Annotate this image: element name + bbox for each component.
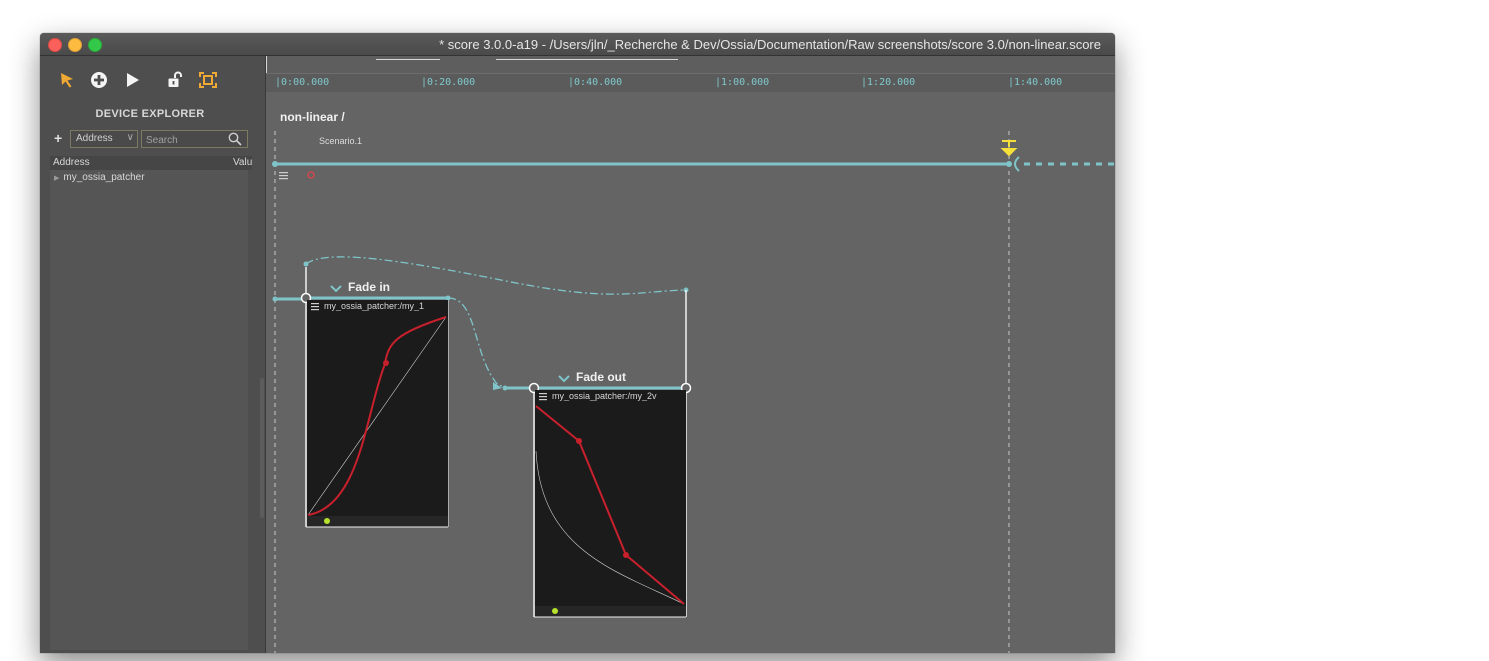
close-window-button[interactable]: [48, 38, 62, 52]
fade-in-process-label: my_ossia_patcher:/my_1: [324, 301, 425, 311]
app-window: * score 3.0.0-a19 - /Users/jln/_Recherch…: [40, 33, 1115, 653]
main-end-node[interactable]: [1006, 161, 1012, 167]
ruler-tick: |1:20.000: [861, 77, 916, 88]
time-ruler[interactable]: |0:00.000 |0:20.000 |0:40.000 |1:00.000 …: [266, 73, 1115, 92]
column-header-address[interactable]: Address: [53, 157, 90, 168]
scenario-label: Scenario.1: [319, 136, 363, 146]
title-bar[interactable]: * score 3.0.0-a19 - /Users/jln/_Recherch…: [40, 33, 1115, 56]
play-icon: [127, 73, 139, 87]
scenario-menu-icon[interactable]: [279, 172, 288, 180]
fade-out-process-label: my_ossia_patcher:/my_2v: [552, 391, 657, 401]
fade-out-port[interactable]: [552, 608, 558, 614]
breadcrumb[interactable]: non-linear /: [280, 110, 345, 124]
fade-out-menu-icon[interactable]: [539, 393, 547, 401]
device-tree: ▶ my_ossia_patcher: [50, 170, 248, 650]
ruler-tick: |1:00.000: [715, 77, 770, 88]
scenario-canvas[interactable]: [266, 91, 1115, 653]
ruler-tick: |1:40.000: [1008, 77, 1063, 88]
tree-item-label: my_ossia_patcher: [63, 172, 145, 183]
ruler-tick: |0:00.000: [275, 77, 330, 88]
search-icon[interactable]: [228, 132, 242, 146]
minimize-window-button[interactable]: [68, 38, 82, 52]
ruler-tick: |0:20.000: [421, 77, 476, 88]
window-title: * score 3.0.0-a19 - /Users/jln/_Recherch…: [439, 37, 1101, 52]
fade-in-menu-icon[interactable]: [311, 303, 319, 311]
curve-point[interactable]: [623, 552, 629, 558]
record-icon: [307, 171, 315, 179]
fade-out-collapse-icon[interactable]: [558, 375, 570, 383]
fade-in-end-node[interactable]: [445, 295, 451, 301]
tree-item-device[interactable]: ▶ my_ossia_patcher: [54, 172, 145, 183]
link-curve[interactable]: [447, 297, 507, 388]
add-device-button[interactable]: +: [54, 130, 62, 146]
fade-in-process-area[interactable]: [307, 300, 448, 527]
tab-strip: [266, 56, 1115, 74]
address-filter-select[interactable]: Address ∨: [70, 130, 138, 148]
tab-marker-3[interactable]: [496, 56, 678, 60]
curve-point[interactable]: [576, 438, 582, 444]
column-header-value[interactable]: Value: [233, 157, 252, 168]
fade-in-collapse-icon[interactable]: [330, 285, 342, 293]
curve-point[interactable]: [383, 360, 389, 366]
device-explorer-title: DEVICE EXPLORER: [95, 108, 205, 120]
unlock-icon: [168, 71, 182, 87]
fade-in-port[interactable]: [324, 518, 330, 524]
trigger-node[interactable]: [303, 261, 309, 267]
plus-circle-icon: [91, 72, 107, 88]
sidebar-scrollbar[interactable]: [260, 378, 264, 518]
frame-scale-icon: [199, 72, 217, 88]
select-tool-button[interactable]: [56, 69, 78, 91]
lock-tool-button[interactable]: [164, 69, 186, 91]
tab-marker-2[interactable]: [376, 56, 440, 60]
timeline-view: |0:00.000 |0:20.000 |0:40.000 |1:00.000 …: [266, 56, 1115, 653]
main-end-bracket: [1014, 156, 1020, 172]
pointer-arrow-icon: [61, 73, 73, 88]
chevron-down-icon: ∨: [126, 132, 134, 143]
fade-in-lead-node[interactable]: [272, 296, 278, 302]
fade-out-title[interactable]: Fade out: [576, 370, 626, 384]
fade-in-title[interactable]: Fade in: [348, 280, 390, 294]
expand-arrow-icon[interactable]: ▶: [54, 175, 59, 182]
play-tool-button[interactable]: [121, 69, 143, 91]
device-tree-header: Address Value: [50, 156, 252, 170]
maximize-window-button[interactable]: [88, 38, 102, 52]
device-explorer-panel: DEVICE EXPLORER + Address ∨ Address Valu…: [40, 56, 266, 653]
scale-tool-button[interactable]: [197, 69, 219, 91]
ruler-tick: |0:40.000: [568, 77, 623, 88]
create-tool-button[interactable]: [88, 69, 110, 91]
main-start-node[interactable]: [272, 161, 278, 167]
playhead-marker[interactable]: [1000, 140, 1018, 157]
tab-marker-1[interactable]: [266, 56, 377, 74]
address-filter-value: Address: [76, 133, 113, 144]
